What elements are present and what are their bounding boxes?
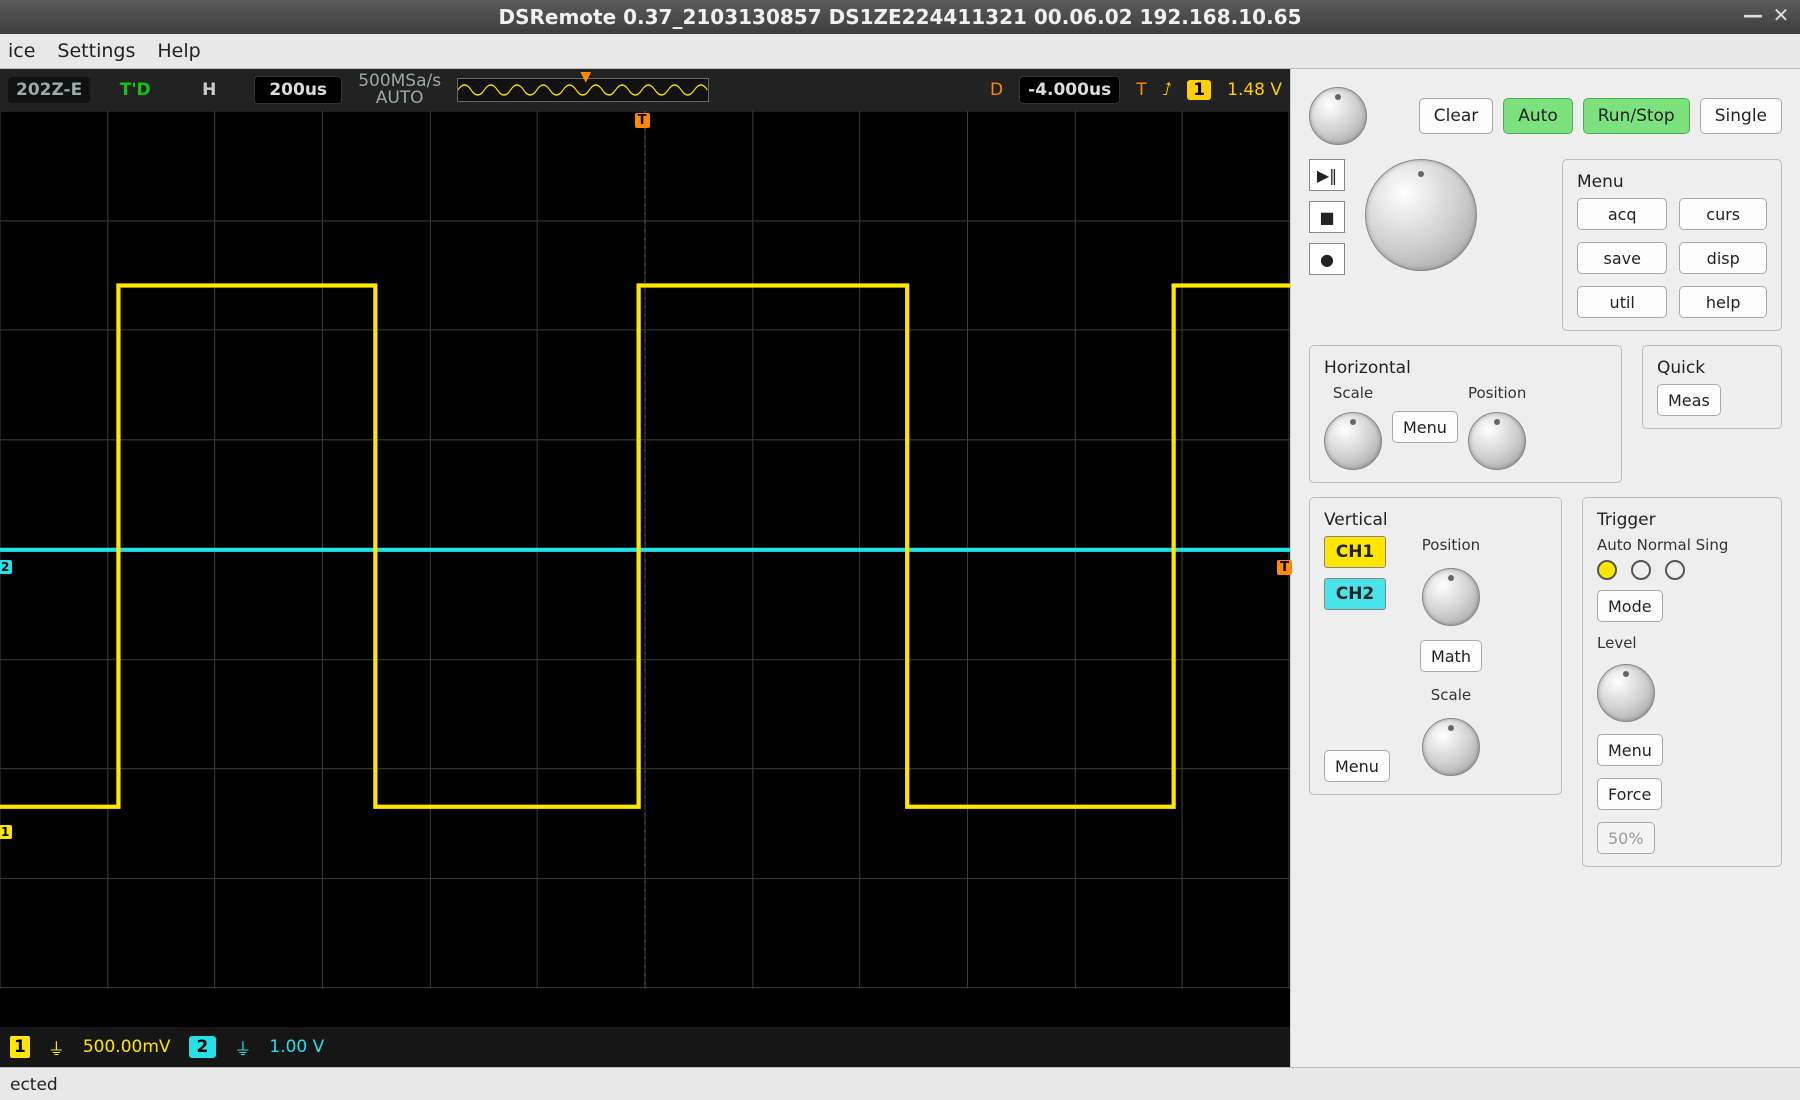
trigger-time-marker: T	[635, 113, 650, 128]
save-button[interactable]: save	[1577, 242, 1667, 274]
horizontal-group: Horizontal Scale Menu Position	[1309, 345, 1622, 483]
help-button[interactable]: help	[1679, 286, 1767, 318]
vertical-title: Vertical	[1324, 510, 1547, 530]
ch1-button[interactable]: CH1	[1324, 536, 1386, 568]
window-titlebar: DSRemote 0.37_2103130857 DS1ZE224411321 …	[0, 0, 1800, 34]
trigger-menu-button[interactable]: Menu	[1597, 734, 1663, 766]
run-state: T'D	[106, 77, 164, 103]
trigger-force-button[interactable]: Force	[1597, 778, 1662, 810]
close-icon[interactable]: ✕	[1770, 4, 1792, 26]
waveform-display[interactable]: T T 2 1	[0, 111, 1290, 1027]
vertical-scale-label: Scale	[1431, 686, 1471, 704]
util-button[interactable]: util	[1577, 286, 1667, 318]
delay-value: -4.000us	[1019, 76, 1120, 104]
clear-button[interactable]: Clear	[1419, 98, 1493, 134]
horizontal-position-label: Position	[1468, 384, 1526, 402]
memory-map[interactable]: ▼	[457, 78, 708, 102]
horizontal-menu-button[interactable]: Menu	[1392, 411, 1458, 443]
stop-button[interactable]: ■	[1309, 201, 1345, 233]
d-label: D	[990, 80, 1003, 100]
scope-area: 202Z-E T'D H 200us 500MSa/s AUTO ▼ D -4.…	[0, 69, 1290, 1067]
menu-title: Menu	[1577, 172, 1767, 192]
scope-status-bar: 202Z-E T'D H 200us 500MSa/s AUTO ▼ D -4.…	[0, 69, 1290, 111]
h-label: H	[180, 77, 238, 103]
memory-cursor-icon: ▼	[580, 69, 591, 85]
trigger-mode-single-radio[interactable]	[1665, 560, 1685, 580]
vertical-position-knob[interactable]	[1422, 568, 1480, 626]
ch2-zero-marker: 2	[0, 560, 12, 574]
menu-settings[interactable]: Settings	[57, 40, 135, 62]
curs-button[interactable]: curs	[1679, 198, 1767, 230]
runstop-button[interactable]: Run/Stop	[1583, 98, 1690, 134]
model-label: 202Z-E	[8, 77, 90, 103]
quick-group: Quick Meas	[1642, 345, 1782, 429]
trigger-fifty-button[interactable]: 50%	[1597, 822, 1655, 854]
math-button[interactable]: Math	[1420, 640, 1482, 672]
vertical-group: Vertical CH1 CH2 Menu Position Math Scal…	[1309, 497, 1562, 795]
status-bar: ected	[0, 1067, 1800, 1100]
vertical-menu-button[interactable]: Menu	[1324, 750, 1390, 782]
acq-button[interactable]: acq	[1577, 198, 1667, 230]
ch1-badge: 1	[10, 1036, 30, 1058]
trigger-group: Trigger Auto Normal Sing Mode Level Menu…	[1582, 497, 1782, 867]
trigger-channel-badge: 1	[1187, 80, 1211, 100]
vertical-position-label: Position	[1422, 536, 1480, 554]
t-label: T	[1136, 80, 1146, 100]
record-button[interactable]: ●	[1309, 243, 1345, 275]
timebase-value: 200us	[254, 76, 342, 104]
single-button[interactable]: Single	[1700, 98, 1782, 134]
menu-device[interactable]: ice	[8, 40, 35, 62]
horizontal-title: Horizontal	[1324, 358, 1607, 378]
status-text: ected	[10, 1075, 58, 1095]
minimize-icon[interactable]: —	[1742, 4, 1764, 26]
trigger-voltage: 1.48 V	[1227, 80, 1282, 100]
ch1-scale: 500.00mV	[83, 1037, 171, 1057]
horizontal-position-knob[interactable]	[1468, 412, 1526, 470]
main-nav-knob[interactable]	[1365, 159, 1477, 271]
vertical-scale-knob[interactable]	[1422, 718, 1480, 776]
trigger-level-label: Level	[1597, 634, 1637, 652]
menu-group: Menu acq curs save disp util help	[1562, 159, 1782, 331]
quick-title: Quick	[1657, 358, 1767, 378]
trigger-level-knob[interactable]	[1597, 664, 1655, 722]
trigger-mode-normal-radio[interactable]	[1631, 560, 1651, 580]
auto-button[interactable]: Auto	[1503, 98, 1572, 134]
ch2-badge: 2	[189, 1036, 217, 1058]
horizontal-scale-knob[interactable]	[1324, 412, 1382, 470]
meas-button[interactable]: Meas	[1657, 384, 1721, 416]
window-title: DSRemote 0.37_2103130857 DS1ZE224411321 …	[498, 5, 1301, 29]
rising-edge-icon: ⭜	[1163, 80, 1172, 100]
sample-rate: 500MSa/s AUTO	[358, 73, 441, 107]
channel-bar: 1 ⏚ 500.00mV 2 ⏚ 1.00 V	[0, 1027, 1290, 1067]
menu-help[interactable]: Help	[157, 40, 200, 62]
ch1-zero-marker: 1	[0, 825, 12, 839]
disp-button[interactable]: disp	[1679, 242, 1767, 274]
trigger-mode-auto-radio[interactable]	[1597, 560, 1617, 580]
menubar: ice Settings Help	[0, 34, 1800, 69]
control-panel: Clear Auto Run/Stop Single ▶‖ ■ ● Menu a…	[1290, 69, 1800, 1067]
trigger-modes-label: Auto Normal Sing	[1597, 536, 1767, 554]
horizontal-scale-label: Scale	[1333, 384, 1373, 402]
sample-rate-line2: AUTO	[358, 90, 441, 107]
trigger-mode-button[interactable]: Mode	[1597, 590, 1663, 622]
ch2-scale: 1.00 V	[269, 1037, 324, 1057]
intensity-knob[interactable]	[1309, 87, 1367, 145]
trigger-level-marker: T	[1277, 560, 1292, 575]
trigger-title: Trigger	[1597, 510, 1767, 530]
play-pause-button[interactable]: ▶‖	[1309, 159, 1345, 191]
ch2-button[interactable]: CH2	[1324, 578, 1386, 610]
